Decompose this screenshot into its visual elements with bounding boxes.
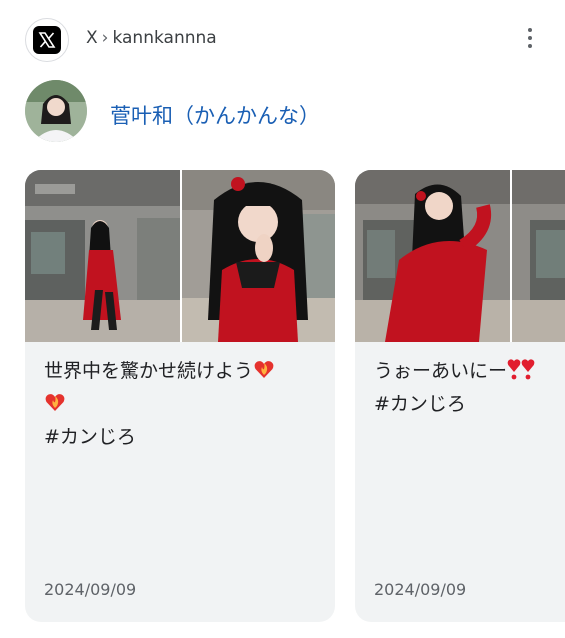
post-media [25,170,335,342]
profile-row: 菅叶和（かんかんな） [0,80,565,150]
breadcrumb-account: kannkannna [112,28,217,48]
post-image-1 [25,170,180,342]
more-vert-icon [528,28,532,32]
heart-on-fire-icon [44,391,66,422]
result-header: X › kannkannna [0,0,565,80]
heart-exclamation-icon [507,358,521,389]
post-image-2 [512,170,565,342]
post-date: 2024/09/09 [374,580,467,599]
post-text-line: うぉーあいにー [374,360,508,382]
profile-name-link[interactable]: 菅叶和（かんかんな） [110,100,320,130]
more-options-button[interactable] [514,22,546,54]
post-carousel[interactable]: 世界中を驚かせ続けよう #カンじろ 2024/09/09 うぉーあいにー #カン… [0,170,565,630]
post-text-line: 世界中を驚かせ続けよう [44,360,254,382]
x-logo-icon [33,26,61,54]
post-media [355,170,565,342]
profile-avatar[interactable] [25,80,87,142]
post-card-2[interactable]: うぉーあいにー #カンじろ 2024/09/09 [355,170,565,622]
post-text: 世界中を驚かせ続けよう #カンじろ [44,356,324,452]
breadcrumb-source: X [86,28,98,48]
post-hashtag[interactable]: #カンじろ [374,393,466,415]
post-date: 2024/09/09 [44,580,137,599]
breadcrumb[interactable]: X › kannkannna [86,28,217,48]
heart-exclamation-icon [521,358,535,389]
post-text: うぉーあいにー #カンじろ [374,356,565,419]
post-card-1[interactable]: 世界中を驚かせ続けよう #カンじろ 2024/09/09 [25,170,335,622]
site-favicon[interactable] [25,18,69,62]
heart-on-fire-icon [253,358,275,389]
breadcrumb-separator: › [101,28,109,48]
post-image-1 [355,170,510,342]
post-image-2 [182,170,335,342]
post-hashtag[interactable]: #カンじろ [44,426,136,448]
